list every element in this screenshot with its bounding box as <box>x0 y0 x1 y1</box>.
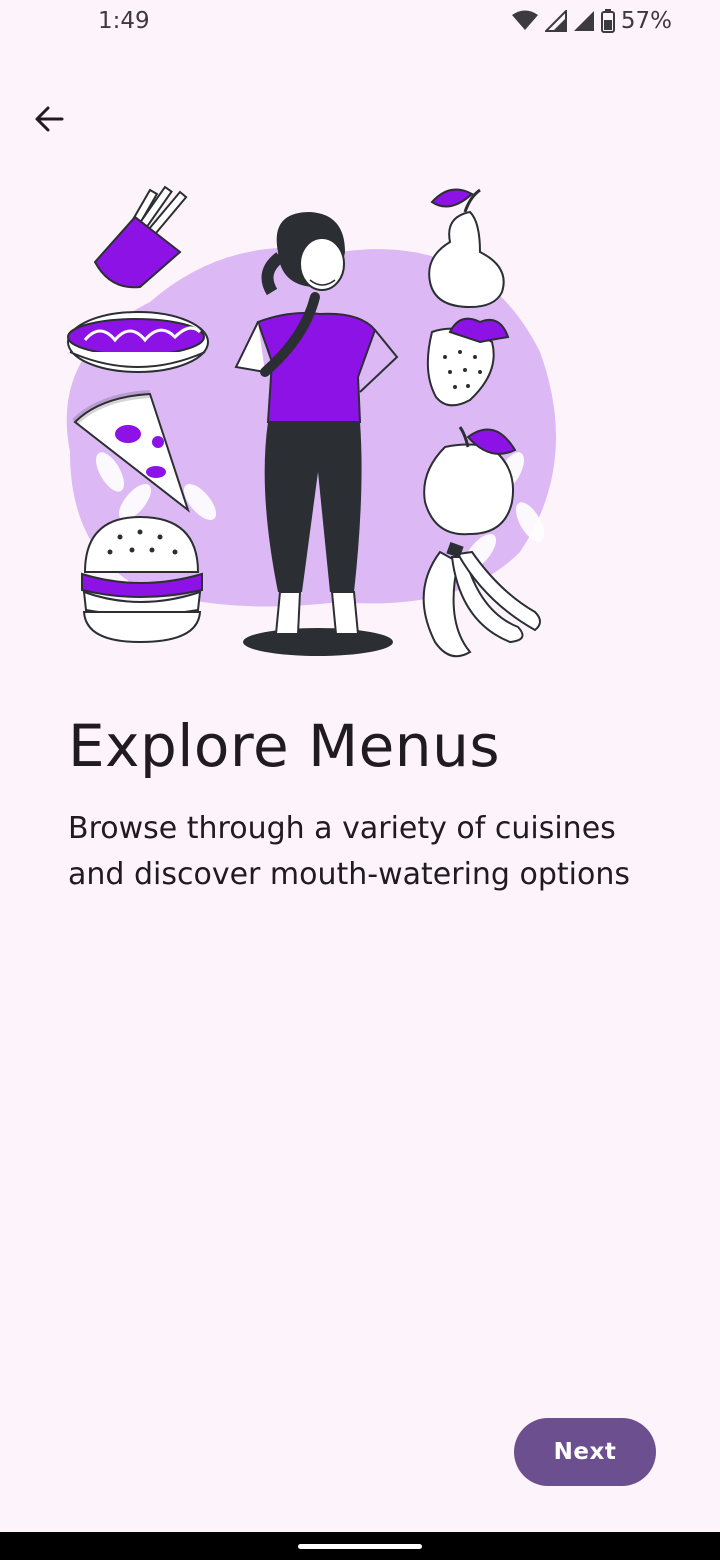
home-indicator[interactable] <box>298 1544 422 1549</box>
status-bar: 1:49 x 57% <box>0 0 720 44</box>
hotdog-icon <box>67 311 209 373</box>
status-time: 1:49 <box>98 8 150 34</box>
svg-text:x: x <box>530 12 536 22</box>
status-icons: x 57% <box>511 8 672 34</box>
signal-icon <box>544 10 567 32</box>
woman-thinking-food-illustration <box>66 185 557 658</box>
page-subtitle: Browse through a variety of cuisines and… <box>68 811 631 892</box>
page-title: Explore Menus <box>68 712 501 780</box>
pear-icon <box>428 188 505 309</box>
wifi-icon: x <box>511 10 538 30</box>
battery-icon <box>600 9 615 33</box>
back-button[interactable] <box>22 96 76 142</box>
arrow-left-icon <box>35 106 64 132</box>
fries-icon <box>93 185 188 289</box>
next-button[interactable]: Next <box>514 1418 656 1486</box>
signal-icon-2 <box>573 11 594 31</box>
system-nav-bar <box>0 1532 720 1560</box>
battery-percent: 57% <box>620 8 672 34</box>
